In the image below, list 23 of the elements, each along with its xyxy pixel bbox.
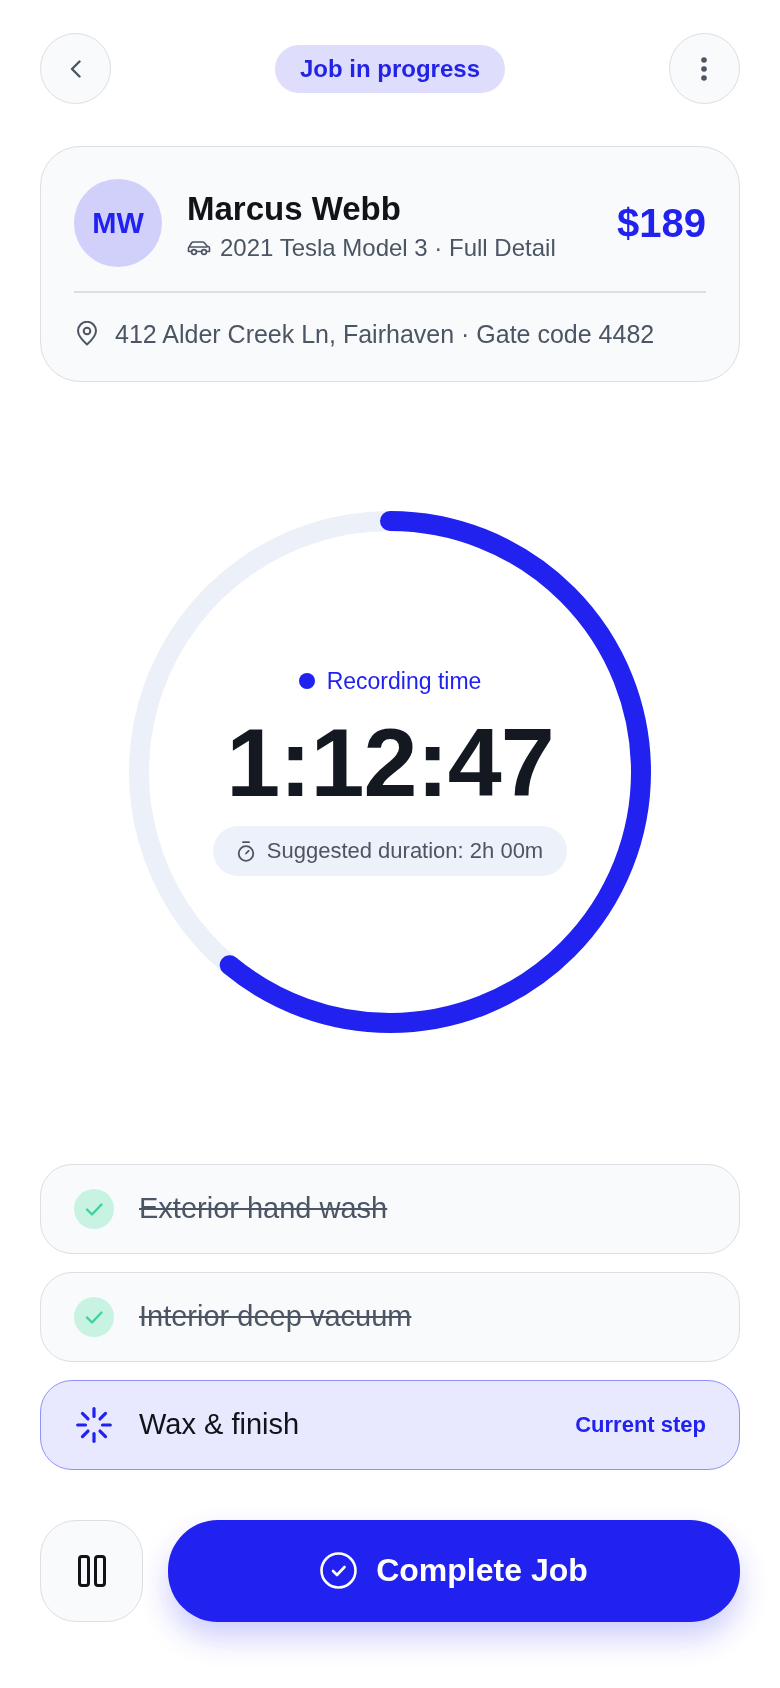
location-pin-icon (76, 321, 98, 346)
address-text: 412 Alder Creek Ln, Fairhaven · Gate code 4482 (115, 318, 655, 349)
step-label: Interior deep vacuum (139, 1300, 412, 1333)
customer-name: Marcus Webb (187, 189, 401, 228)
recording-label: Recording time (326, 667, 482, 695)
chevron-left-icon (70, 59, 81, 78)
vehicle-details: 2021 Tesla Model 3 · Full Detail (220, 232, 556, 263)
check-circle-icon (320, 1552, 358, 1589)
more-icon (701, 56, 708, 81)
status-badge: Job in progress (274, 44, 505, 93)
avatar: MW (74, 179, 162, 267)
complete-job-button[interactable]: Complete Job (168, 1519, 740, 1622)
step-label: Wax & finish (139, 1408, 300, 1441)
pause-button[interactable] (40, 1519, 143, 1622)
step-label: Exterior hand wash (139, 1192, 388, 1225)
step-status-label: Current step (575, 1411, 706, 1438)
elapsed-time: 1:12:47 (226, 714, 554, 811)
stopwatch-icon (236, 840, 255, 862)
pause-icon (77, 1554, 106, 1587)
job-price: $189 (617, 200, 706, 246)
suggested-duration-text: Suggested duration: 2h 00m (266, 838, 544, 864)
recording-dot-icon (298, 673, 315, 689)
car-icon (187, 239, 211, 256)
